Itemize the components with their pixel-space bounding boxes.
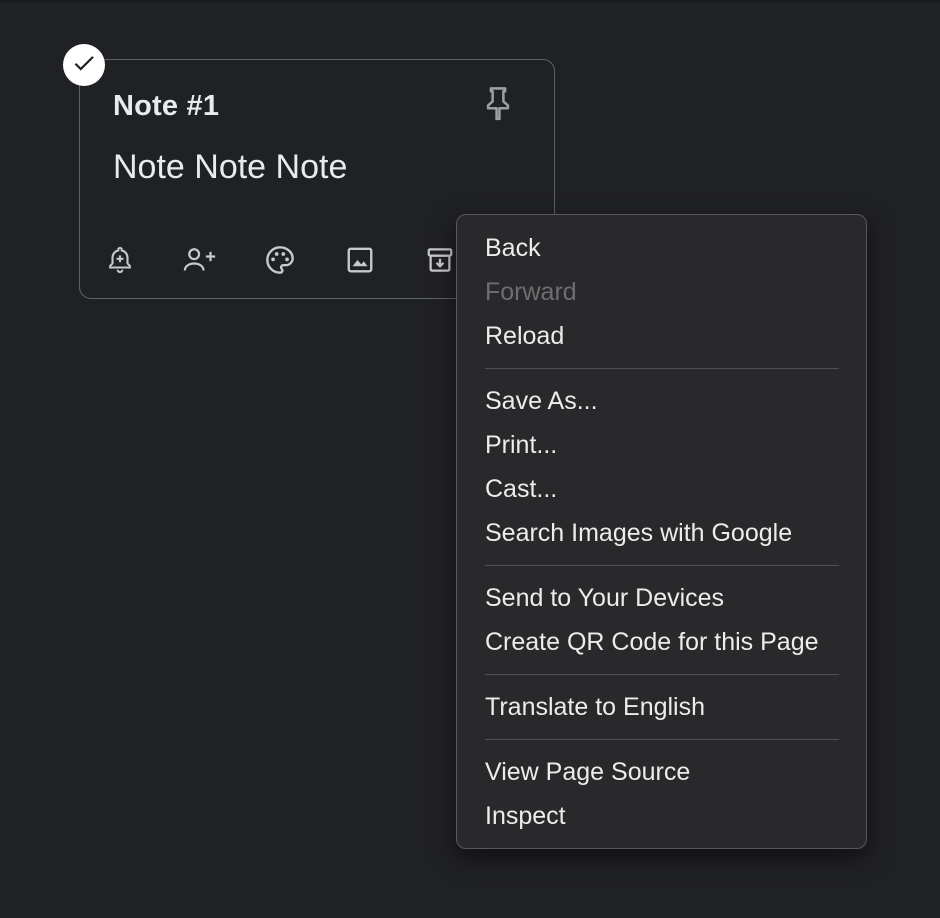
app-canvas: Note #1 Note Note Note Back Forward Relo…	[0, 0, 940, 918]
menu-item-reload[interactable]: Reload	[457, 314, 866, 358]
checkmark-icon	[71, 50, 97, 81]
menu-item-back[interactable]: Back	[457, 226, 866, 270]
add-image-button[interactable]	[340, 240, 380, 280]
pin-note-button[interactable]	[478, 84, 518, 128]
menu-item-save-as[interactable]: Save As...	[457, 379, 866, 423]
menu-separator	[485, 674, 839, 675]
top-edge	[0, 0, 940, 3]
select-note-checkmark-button[interactable]	[63, 44, 105, 86]
note-body[interactable]: Note Note Note	[113, 148, 347, 187]
background-options-button[interactable]	[260, 240, 300, 280]
menu-item-view-page-source[interactable]: View Page Source	[457, 750, 866, 794]
menu-item-search-images-with-google[interactable]: Search Images with Google	[457, 511, 866, 555]
image-icon	[345, 245, 375, 275]
menu-item-print[interactable]: Print...	[457, 423, 866, 467]
menu-separator	[485, 368, 839, 369]
menu-item-translate-to-english[interactable]: Translate to English	[457, 685, 866, 729]
note-title[interactable]: Note #1	[113, 90, 219, 123]
pin-icon	[481, 84, 515, 129]
menu-separator	[485, 565, 839, 566]
archive-button[interactable]	[420, 240, 460, 280]
menu-item-cast[interactable]: Cast...	[457, 467, 866, 511]
remind-me-button[interactable]	[100, 240, 140, 280]
menu-item-inspect[interactable]: Inspect	[457, 794, 866, 838]
context-menu: Back Forward Reload Save As... Print... Cast.…	[456, 214, 867, 849]
menu-item-forward: Forward	[485, 278, 577, 306]
menu-item-send-to-your-devices[interactable]: Send to Your Devices	[457, 576, 866, 620]
note-toolbar	[100, 238, 500, 282]
menu-item-create-qr-code-for-this-page[interactable]: Create QR Code for this Page	[457, 620, 866, 664]
menu-separator	[485, 739, 839, 740]
palette-icon	[264, 244, 296, 276]
reminder-bell-icon	[106, 245, 134, 275]
collaborator-icon	[182, 246, 218, 274]
archive-icon	[425, 245, 455, 275]
collaborator-button[interactable]	[180, 240, 220, 280]
